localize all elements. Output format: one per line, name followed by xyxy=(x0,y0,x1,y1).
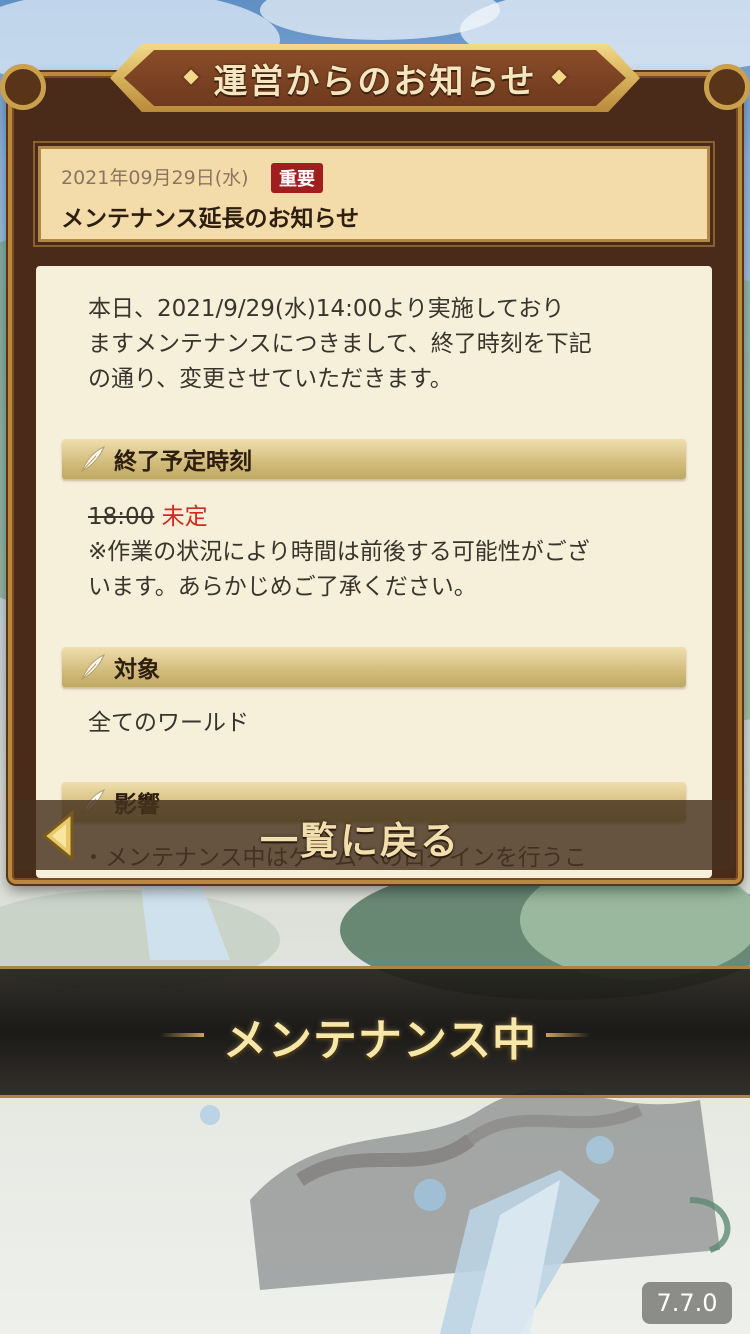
intro-paragraph: 本日、2021/9/29(水)14:00より実施しており ますメンテナンスにつき… xyxy=(88,292,668,397)
corner-ornament xyxy=(0,64,46,110)
section-heading-end-time: 終了予定時刻 xyxy=(62,439,686,479)
feather-icon xyxy=(80,446,105,473)
section-heading-target: 対象 xyxy=(62,647,686,687)
notice-header: 2021年09月29日(水) 重要 メンテナンス延長のお知らせ xyxy=(38,146,710,242)
target-paragraph: 全てのワールド xyxy=(88,710,249,736)
feather-icon xyxy=(80,654,105,681)
ornament-left-icon xyxy=(180,66,202,88)
banner-line-right xyxy=(546,1033,590,1037)
version-label: 7.7.0 xyxy=(642,1282,732,1324)
notice-body[interactable]: 本日、2021/9/29(水)14:00より実施しており ますメンテナンスにつき… xyxy=(36,266,712,878)
back-button-label[interactable]: 一覧に戻る xyxy=(260,810,460,865)
old-end-time: 18:00 xyxy=(88,504,155,530)
section-title: 終了予定時刻 xyxy=(114,449,252,475)
corner-ornament xyxy=(704,64,750,110)
end-time-paragraph: 18:00 未定 ※作業の状況により時間は前後する可能性がござ います。あらかじ… xyxy=(88,500,668,605)
section-title: 対象 xyxy=(114,657,160,683)
intro-line: 本日、2021/9/29(水)14:00より実施しており xyxy=(88,296,565,322)
back-arrow-icon[interactable] xyxy=(40,810,76,862)
banner-line-left xyxy=(160,1033,204,1037)
importance-badge: 重要 xyxy=(271,163,323,193)
intro-line: の通り、変更させていただきます。 xyxy=(88,366,453,392)
note-line: ※作業の状況により時間は前後する可能性がござ xyxy=(88,539,590,565)
intro-line: ますメンテナンスにつきまして、終了時刻を下記 xyxy=(88,331,592,357)
new-end-time: 未定 xyxy=(161,504,208,530)
notice-date: 2021年09月29日(水) xyxy=(61,167,249,189)
ornament-right-icon xyxy=(548,66,570,88)
page-title: 運営からのお知らせ xyxy=(213,61,537,102)
note-line: います。あらかじめご了承ください。 xyxy=(88,574,477,600)
maintenance-status: メンテナンス中 xyxy=(222,1015,538,1066)
notice-title: メンテナンス延長のお知らせ xyxy=(61,206,360,232)
